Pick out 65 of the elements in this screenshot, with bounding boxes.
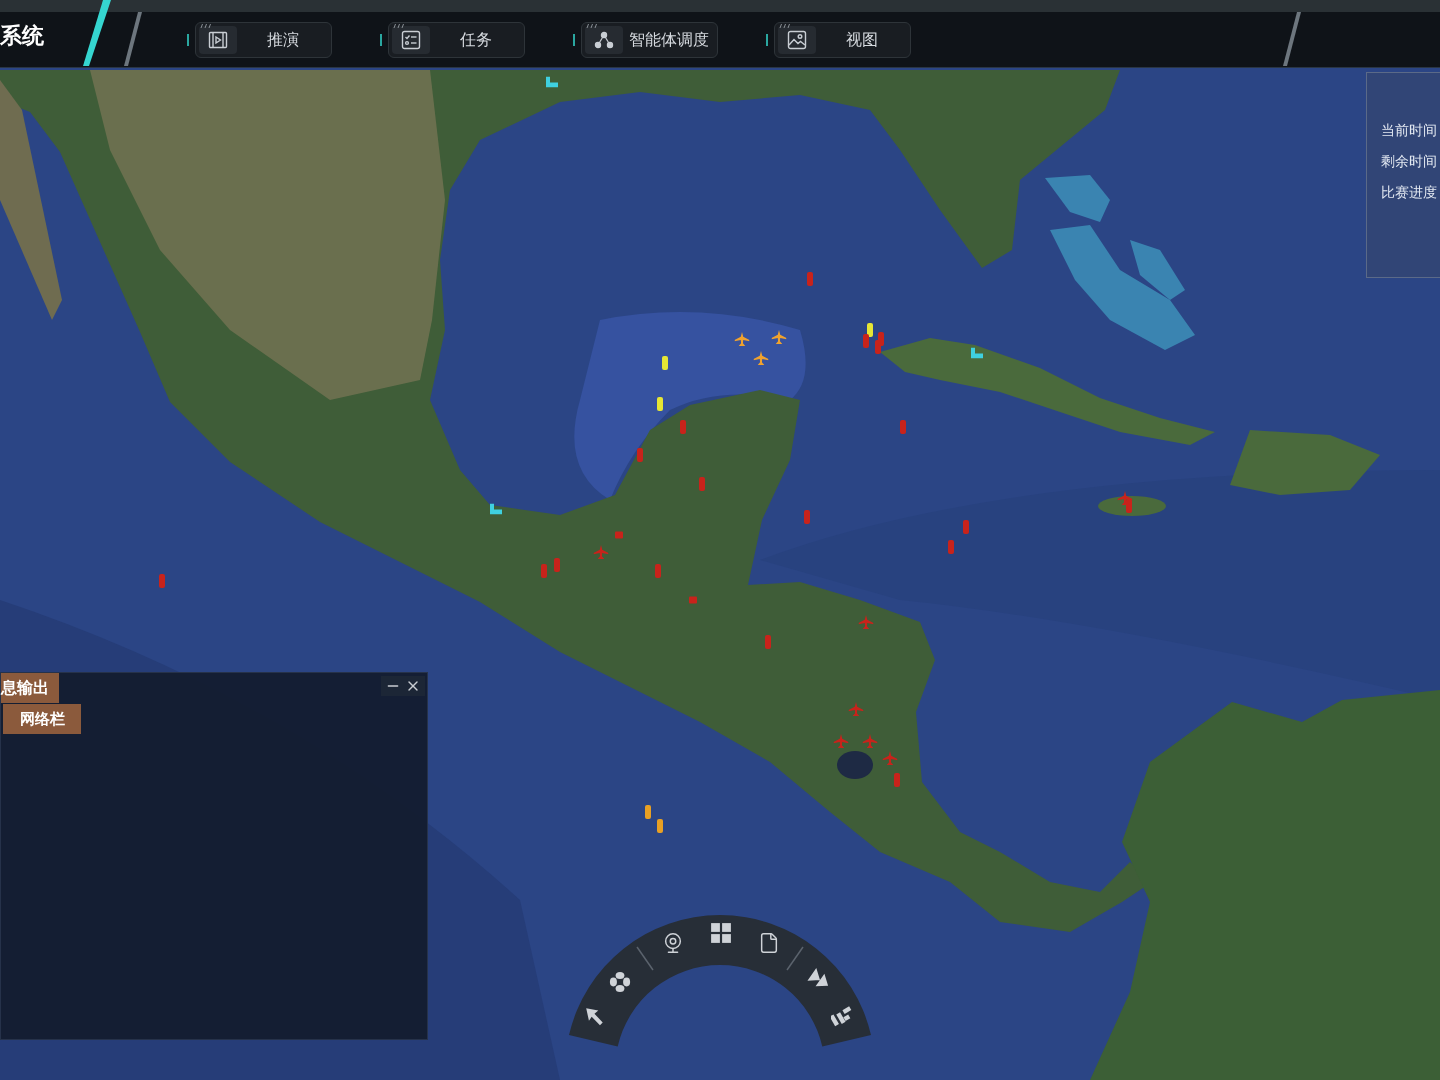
jet-icon[interactable] (753, 351, 769, 365)
jet-icon[interactable] (858, 615, 874, 629)
bar-marker-icon[interactable] (804, 510, 810, 524)
boot-marker-icon[interactable] (971, 347, 983, 359)
jet-icon[interactable] (771, 330, 787, 344)
checklist-icon (392, 25, 430, 54)
bar-marker-icon[interactable] (554, 558, 560, 572)
bar-marker-icon[interactable] (699, 477, 705, 491)
jet-icon[interactable] (734, 332, 750, 346)
jet-icon[interactable] (848, 702, 864, 716)
square-marker-icon[interactable] (689, 596, 697, 604)
cursor-arrow-icon[interactable] (584, 1006, 606, 1028)
document-icon[interactable] (758, 932, 780, 954)
jet-icon[interactable] (882, 751, 898, 765)
menu-divider (636, 946, 654, 971)
bar-marker-icon[interactable] (662, 356, 668, 370)
status-label: 当前时间 (1381, 121, 1438, 140)
bar-marker-icon[interactable] (878, 332, 884, 346)
boot-marker-icon[interactable] (490, 503, 502, 515)
nodes-icon (585, 25, 623, 54)
slash-marks-icon (586, 23, 598, 28)
bar-marker-icon[interactable] (1126, 499, 1132, 513)
bar-marker-icon[interactable] (894, 773, 900, 787)
bar-marker-icon[interactable] (765, 635, 771, 649)
grid-icon[interactable] (710, 922, 732, 944)
menu-button[interactable]: 任务 (388, 21, 525, 58)
bar-marker-icon[interactable] (948, 540, 954, 554)
bar-marker-icon[interactable] (680, 420, 686, 434)
bar-marker-icon[interactable] (637, 448, 643, 462)
webcam-icon[interactable] (662, 932, 684, 954)
bar-marker-icon[interactable] (655, 564, 661, 578)
slash-icon (1283, 12, 1301, 66)
slash-icon (83, 0, 111, 66)
four-petal-icon[interactable] (609, 971, 631, 993)
slash-marks-icon (200, 23, 212, 28)
bar-marker-icon[interactable] (900, 420, 906, 434)
bar-marker-icon[interactable] (807, 272, 813, 286)
bar-marker-icon[interactable] (963, 520, 969, 534)
film-icon (199, 25, 237, 54)
picture-icon (778, 25, 816, 54)
panel-title: 息输出 (1, 673, 59, 703)
square-marker-icon[interactable] (615, 531, 623, 539)
menu-button[interactable]: 视图 (774, 21, 911, 58)
menu-button[interactable]: 智能体调度 (581, 21, 718, 58)
slash-marks-icon (393, 23, 405, 28)
bar-marker-icon[interactable] (863, 334, 869, 348)
blocks-icon[interactable] (831, 1006, 853, 1028)
jet-icon[interactable] (833, 734, 849, 748)
app-title: 系统 (0, 24, 44, 47)
boot-marker-icon[interactable] (546, 76, 558, 88)
bar-marker-icon[interactable] (657, 819, 663, 833)
bar-marker-icon[interactable] (541, 564, 547, 578)
menu-divider (786, 946, 804, 971)
status-label: 剩余时间 (1381, 152, 1438, 171)
bar-marker-icon[interactable] (867, 323, 873, 337)
bar-marker-icon[interactable] (657, 397, 663, 411)
menu-button[interactable]: 推演 (195, 21, 332, 58)
slash-marks-icon (779, 23, 791, 28)
bar-marker-icon[interactable] (645, 805, 651, 819)
jet-icon[interactable] (862, 734, 878, 748)
jet-icon[interactable] (593, 545, 609, 559)
bar-marker-icon[interactable] (159, 574, 165, 588)
slash-icon (124, 12, 142, 66)
panel-tab[interactable]: 网络栏 (3, 704, 81, 734)
status-label: 比赛进度 (1381, 183, 1438, 202)
